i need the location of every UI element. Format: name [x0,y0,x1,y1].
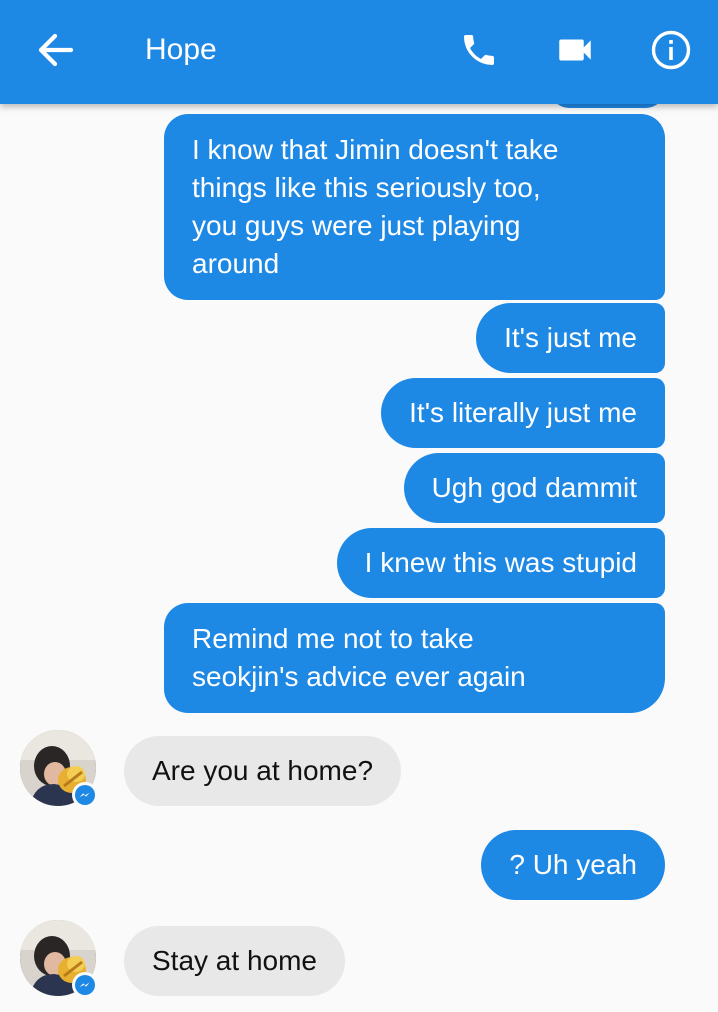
message-bubble-incoming[interactable]: Stay at home [124,926,345,996]
arrow-left-icon [38,33,74,67]
video-call-button[interactable] [552,27,598,73]
message-bubble[interactable]: I know that Jimin doesn't take things li… [164,114,665,300]
message-text: Ugh god dammit [431,472,637,503]
message-bubble[interactable]: ? Uh yeah [481,830,665,900]
messenger-icon [75,785,95,805]
messenger-badge [72,972,98,998]
message-text-line: seokjin's advice ever again [192,661,526,692]
contact-avatar[interactable] [20,730,98,808]
chat-screen: Hope I know that Jimin doesn't take thin… [0,0,718,1012]
back-button[interactable] [34,30,78,70]
call-button[interactable] [456,27,502,73]
message-text: ? Uh yeah [509,849,637,880]
message-bubble[interactable]: I knew this was stupid [336,528,665,598]
conversation-title[interactable]: Hope [145,30,217,70]
message-text: It's literally just me [409,397,637,428]
message-bubble[interactable]: Ugh god dammit [403,453,665,523]
messenger-badge [72,782,98,808]
phone-icon [464,35,494,65]
message-text-line: I know that Jimin doesn't take [192,134,559,165]
contact-avatar[interactable] [20,920,98,998]
info-button[interactable] [648,27,694,73]
message-bubble-incoming[interactable]: Are you at home? [124,736,402,806]
chat-header: Hope [0,0,718,104]
message-text-line: around [192,248,280,279]
video-camera-icon [559,39,591,61]
message-text-line: you guys were just playing [192,210,521,241]
messenger-icon [75,975,95,995]
message-text: It's just me [504,322,637,353]
message-text: Stay at home [152,945,317,976]
message-text: I knew this was stupid [364,547,637,578]
message-text: Are you at home? [152,755,374,786]
message-bubble[interactable]: It's just me [476,303,665,373]
message-text-line: things like this seriously too, [192,172,541,203]
message-bubble[interactable]: Remind me not to take seokjin's advice e… [164,603,665,713]
message-bubble[interactable]: It's literally just me [381,378,665,448]
message-text-line: Remind me not to take [192,623,474,654]
info-icon [651,30,691,70]
